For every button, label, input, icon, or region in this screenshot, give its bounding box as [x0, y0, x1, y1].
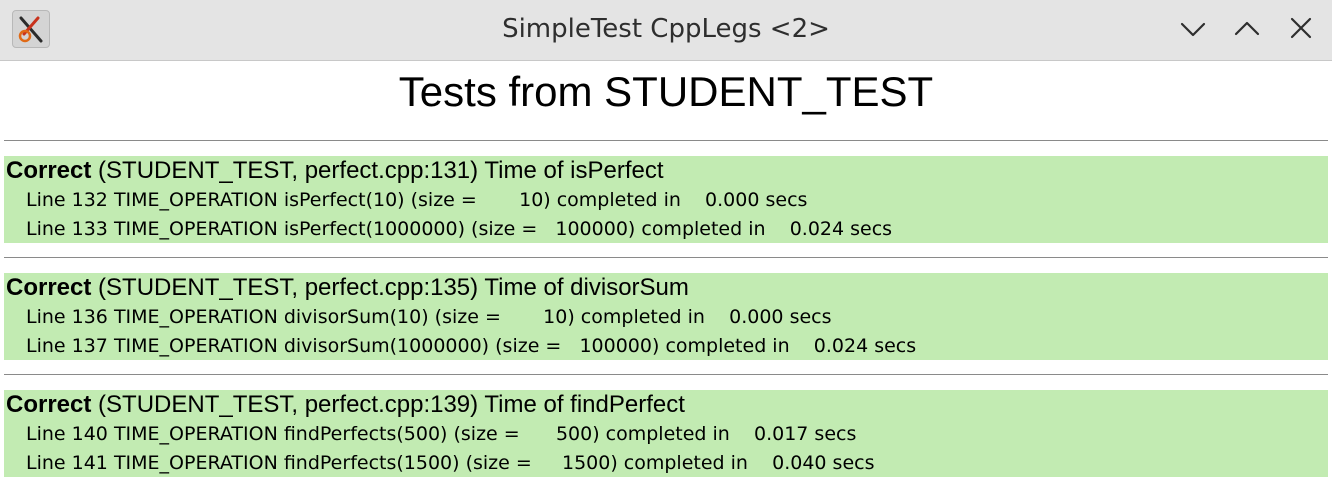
test-status-label: Correct — [6, 274, 92, 301]
test-status-label: Correct — [6, 157, 92, 184]
page-title: Tests from STUDENT_TEST — [398, 68, 934, 115]
test-result-header: Correct (STUDENT_TEST, perfect.cpp:131) … — [6, 156, 664, 186]
timing-line: Line 141 TIME_OPERATION findPerfects(150… — [26, 452, 875, 474]
timing-line: Line 137 TIME_OPERATION divisorSum(10000… — [26, 335, 917, 357]
close-button[interactable] — [1286, 14, 1316, 44]
divider — [4, 257, 1328, 258]
test-result-block: Correct (STUDENT_TEST, perfect.cpp:131) … — [4, 156, 1328, 243]
close-icon — [1290, 17, 1312, 39]
minimize-button[interactable] — [1178, 14, 1208, 44]
chevron-up-icon — [1234, 21, 1260, 36]
window-titlebar[interactable]: SimpleTest CppLegs <2> — [0, 0, 1332, 61]
test-result-header: Correct (STUDENT_TEST, perfect.cpp:139) … — [6, 390, 685, 420]
chevron-down-icon — [1180, 22, 1206, 37]
window-title: SimpleTest CppLegs <2> — [502, 14, 830, 44]
divider — [4, 374, 1328, 375]
timing-line: Line 136 TIME_OPERATION divisorSum(10) (… — [26, 306, 832, 328]
test-result-header: Correct (STUDENT_TEST, perfect.cpp:135) … — [6, 273, 689, 303]
timing-line: Line 140 TIME_OPERATION findPerfects(500… — [26, 423, 857, 445]
maximize-button[interactable] — [1232, 14, 1262, 44]
test-result-title: (STUDENT_TEST, perfect.cpp:135) Time of … — [91, 274, 689, 301]
test-result-title: (STUDENT_TEST, perfect.cpp:139) Time of … — [91, 391, 685, 418]
test-result-block: Correct (STUDENT_TEST, perfect.cpp:139) … — [4, 390, 1328, 477]
test-status-label: Correct — [6, 391, 92, 418]
timing-line: Line 133 TIME_OPERATION isPerfect(100000… — [26, 218, 893, 240]
test-result-title: (STUDENT_TEST, perfect.cpp:131) Time of … — [91, 157, 664, 184]
divider — [4, 140, 1328, 141]
timing-line: Line 132 TIME_OPERATION isPerfect(10) (s… — [26, 189, 808, 211]
test-result-block: Correct (STUDENT_TEST, perfect.cpp:135) … — [4, 273, 1328, 360]
